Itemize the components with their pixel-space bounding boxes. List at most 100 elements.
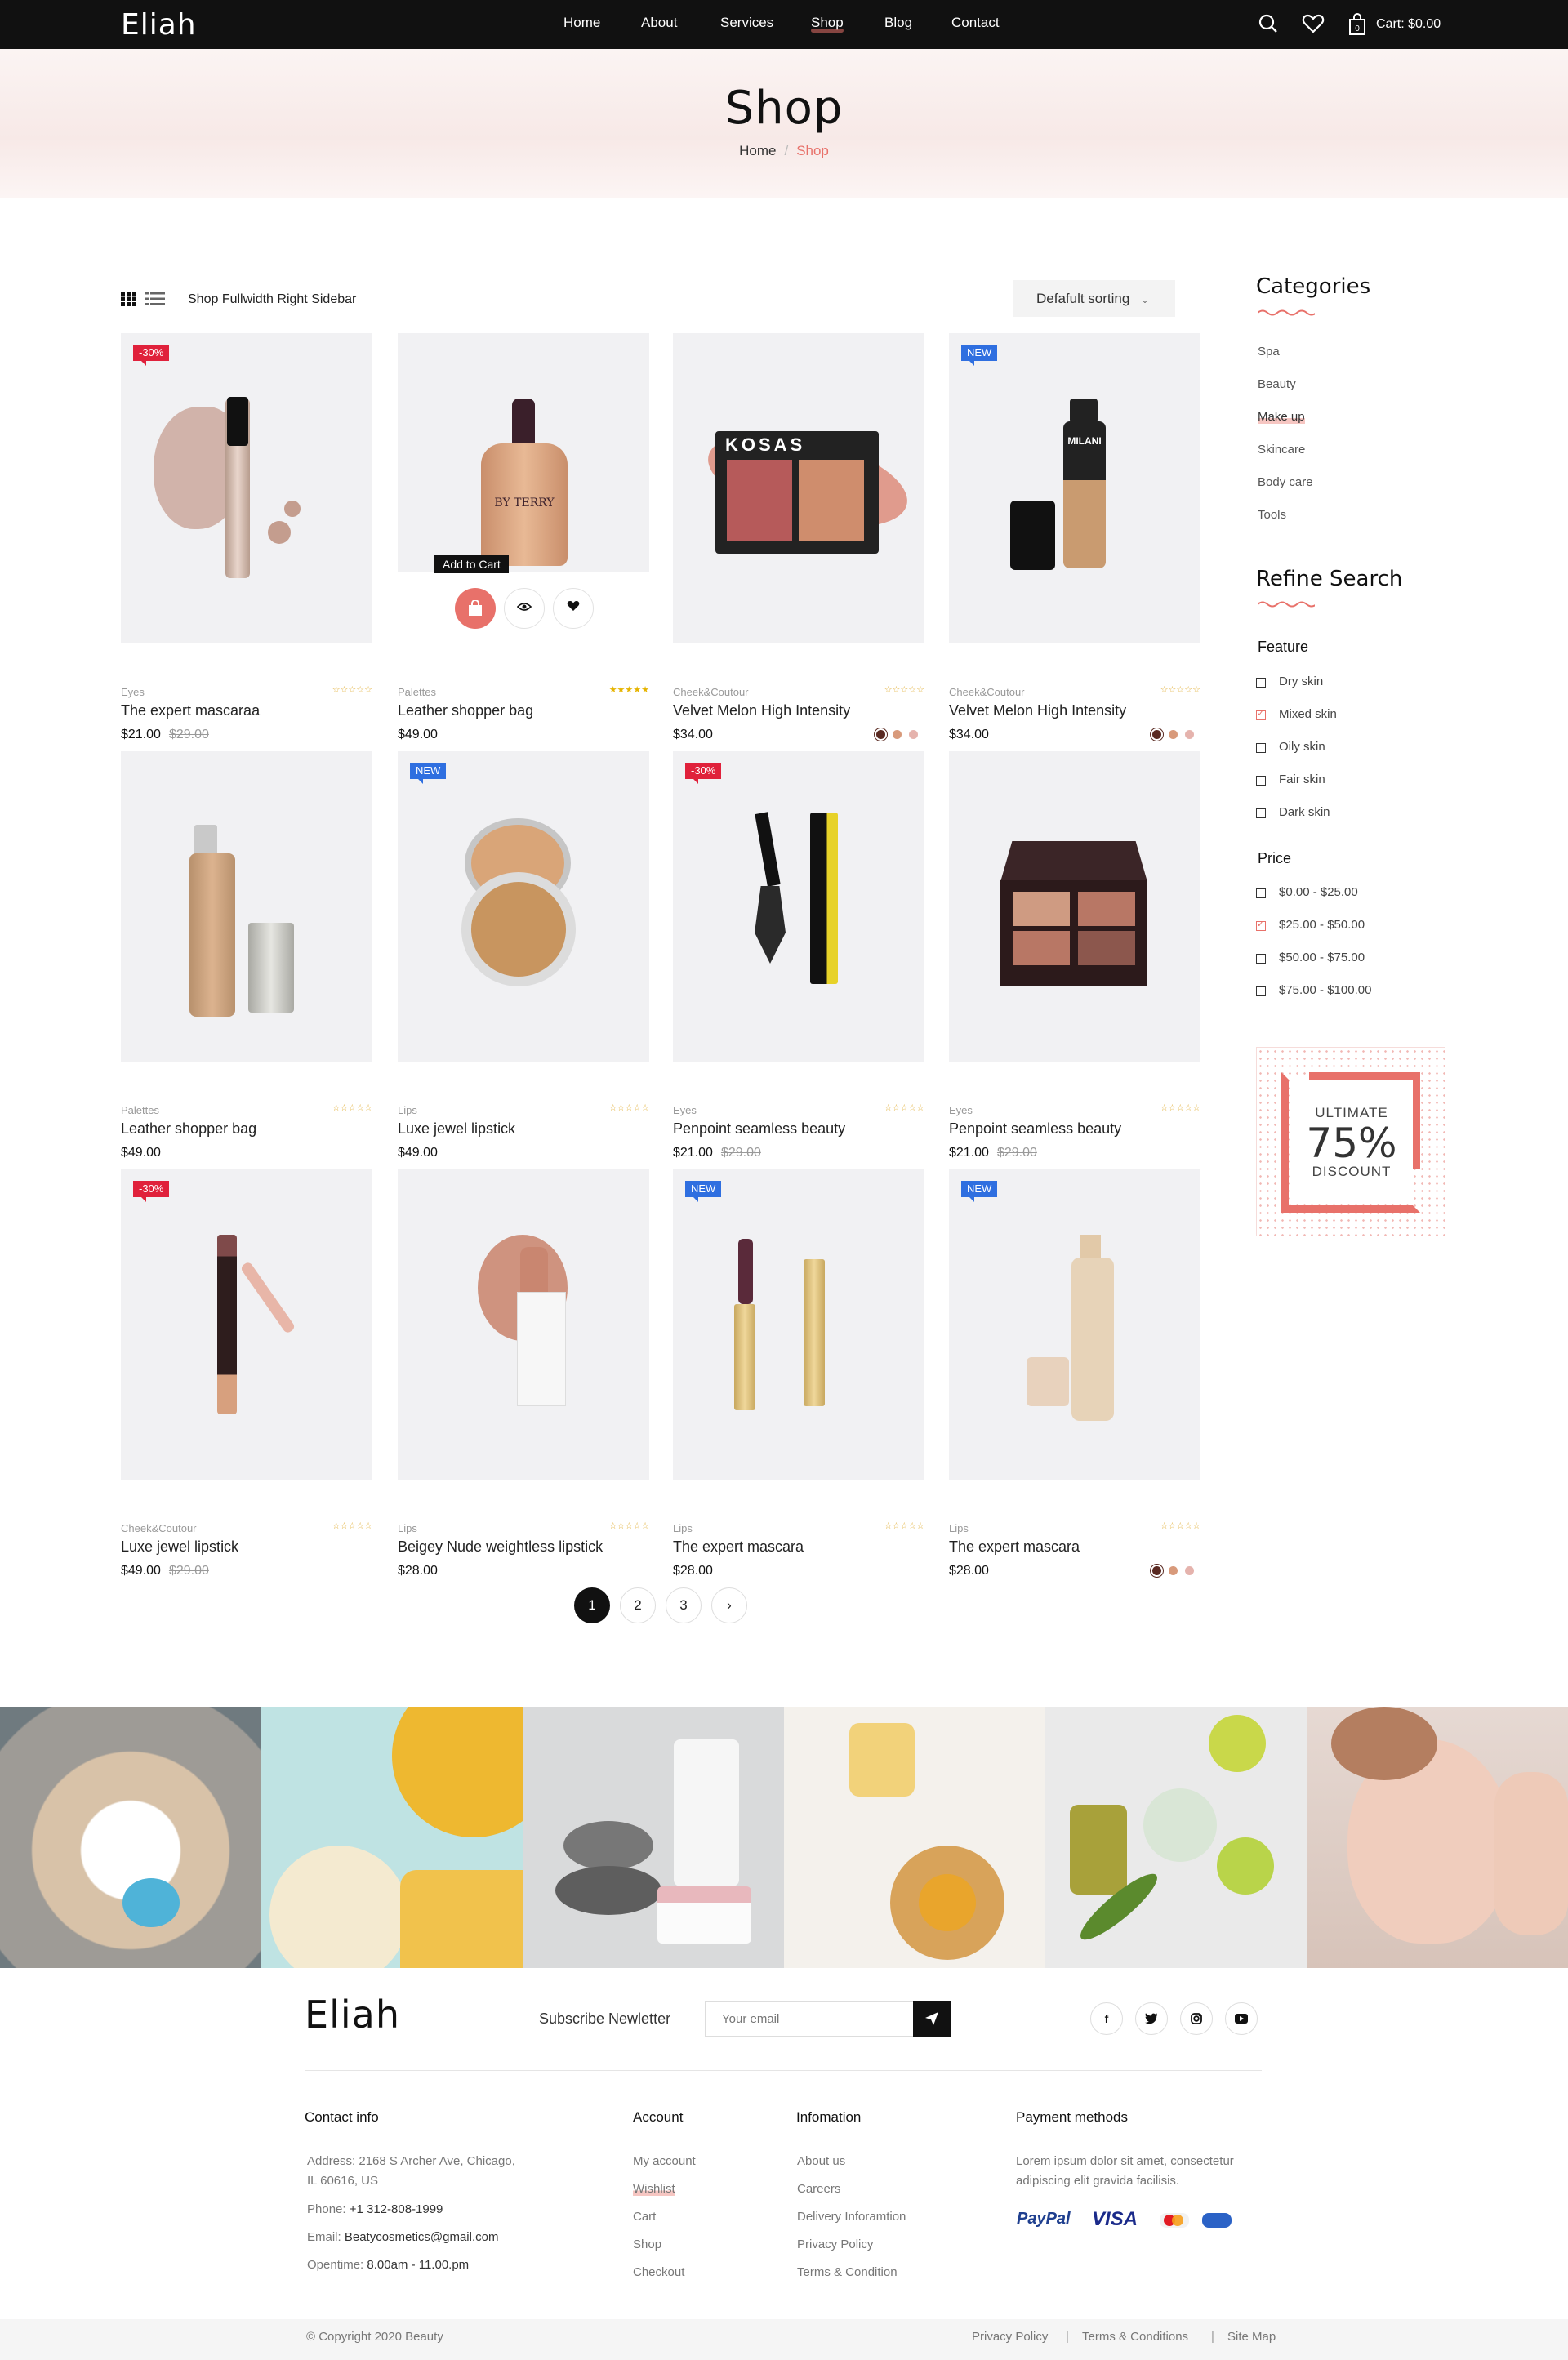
- site-logo[interactable]: Eliah: [121, 8, 197, 42]
- newsletter-email-input[interactable]: [705, 2001, 914, 2037]
- color-swatch[interactable]: [1185, 1566, 1194, 1575]
- product-name[interactable]: Leather shopper bag: [398, 702, 533, 719]
- feature-filter-label[interactable]: Dark skin: [1279, 805, 1330, 819]
- list-view-icon[interactable]: [145, 292, 165, 306]
- wishlist-button[interactable]: [553, 588, 594, 629]
- gallery-spa-bowl-image[interactable]: [0, 1707, 261, 1968]
- product-category[interactable]: Cheek&Coutour: [949, 686, 1025, 698]
- grid-view-icon[interactable]: [121, 292, 137, 306]
- category-link[interactable]: Spa: [1258, 345, 1280, 358]
- feature-filter-label[interactable]: Dry skin: [1279, 675, 1323, 688]
- information-link[interactable]: Delivery Inforamtion: [797, 2210, 906, 2224]
- product-image[interactable]: [121, 751, 372, 1062]
- color-swatch[interactable]: [1169, 1566, 1178, 1575]
- cart-total[interactable]: Cart: $0.00: [1376, 17, 1441, 32]
- price-filter-label[interactable]: $50.00 - $75.00: [1279, 951, 1365, 964]
- nav-shop[interactable]: Shop: [811, 15, 844, 33]
- gallery-honey-image[interactable]: [261, 1707, 523, 1968]
- product-name[interactable]: The expert mascaraa: [121, 702, 260, 719]
- feature-filter-label[interactable]: Fair skin: [1279, 773, 1325, 786]
- feature-filter-checkbox[interactable]: [1256, 678, 1266, 688]
- product-name[interactable]: Velvet Melon High Intensity: [673, 702, 850, 719]
- nav-about[interactable]: About: [641, 15, 677, 31]
- account-link[interactable]: Checkout: [633, 2265, 684, 2279]
- product-category[interactable]: Lips: [949, 1522, 969, 1534]
- product-category[interactable]: Eyes: [121, 686, 145, 698]
- color-swatch[interactable]: [1169, 730, 1178, 739]
- product-image[interactable]: [673, 1169, 924, 1480]
- gallery-oil-lime-image[interactable]: [1045, 1707, 1307, 1968]
- product-image[interactable]: [949, 751, 1200, 1062]
- discount-banner[interactable]: ULTIMATE 75% DISCOUNT: [1256, 1047, 1446, 1236]
- product-image[interactable]: [121, 1169, 372, 1480]
- product-category[interactable]: Cheek&Coutour: [673, 686, 749, 698]
- price-filter-checkbox[interactable]: [1256, 986, 1266, 996]
- gallery-facial-massage-image[interactable]: [1307, 1707, 1568, 1968]
- color-swatch[interactable]: [1152, 730, 1161, 739]
- footer-logo[interactable]: Eliah: [305, 1993, 400, 2037]
- product-category[interactable]: Palettes: [121, 1104, 159, 1116]
- site-map-link[interactable]: Site Map: [1227, 2330, 1276, 2344]
- category-link[interactable]: Body care: [1258, 475, 1313, 489]
- price-filter-label[interactable]: $25.00 - $50.00: [1279, 918, 1365, 932]
- product-name[interactable]: Penpoint seamless beauty: [949, 1120, 1121, 1138]
- page-1-button[interactable]: 1: [574, 1587, 610, 1623]
- product-name[interactable]: The expert mascara: [949, 1538, 1080, 1556]
- breadcrumb-home[interactable]: Home: [739, 143, 776, 158]
- category-link[interactable]: Make up: [1258, 410, 1305, 424]
- product-image[interactable]: MILANI: [949, 333, 1200, 643]
- gallery-cream-tube-image[interactable]: [523, 1707, 784, 1968]
- information-link[interactable]: Terms & Condition: [797, 2265, 898, 2279]
- nav-home[interactable]: Home: [564, 15, 600, 31]
- category-link[interactable]: Skincare: [1258, 443, 1305, 456]
- product-category[interactable]: Lips: [398, 1522, 417, 1534]
- feature-filter-label[interactable]: Oily skin: [1279, 740, 1325, 754]
- price-filter-checkbox[interactable]: [1256, 888, 1266, 898]
- account-link[interactable]: Shop: [633, 2238, 662, 2251]
- subscribe-button[interactable]: [913, 2001, 951, 2037]
- sort-dropdown[interactable]: Defafult sorting ⌄: [1013, 280, 1175, 317]
- feature-filter-label[interactable]: Mixed skin: [1279, 707, 1337, 721]
- product-image[interactable]: [121, 333, 372, 643]
- privacy-policy-link[interactable]: Privacy Policy: [972, 2330, 1048, 2344]
- color-swatch[interactable]: [1152, 1566, 1161, 1575]
- nav-services[interactable]: Services: [720, 15, 773, 31]
- gallery-soap-image[interactable]: [784, 1707, 1045, 1968]
- product-name[interactable]: The expert mascara: [673, 1538, 804, 1556]
- product-name[interactable]: Penpoint seamless beauty: [673, 1120, 845, 1138]
- product-category[interactable]: Lips: [673, 1522, 693, 1534]
- product-category[interactable]: Lips: [398, 1104, 417, 1116]
- category-link[interactable]: Beauty: [1258, 377, 1296, 391]
- page-3-button[interactable]: 3: [666, 1587, 702, 1623]
- product-image[interactable]: [398, 1169, 649, 1480]
- product-name[interactable]: Beigey Nude weightless lipstick: [398, 1538, 603, 1556]
- color-swatch[interactable]: [876, 730, 885, 739]
- product-name[interactable]: Leather shopper bag: [121, 1120, 256, 1138]
- product-category[interactable]: Eyes: [949, 1104, 973, 1116]
- product-name[interactable]: Velvet Melon High Intensity: [949, 702, 1126, 719]
- facebook-icon[interactable]: f: [1090, 2002, 1123, 2035]
- price-filter-checkbox[interactable]: [1256, 954, 1266, 964]
- account-link[interactable]: Wishlist: [633, 2182, 675, 2196]
- product-category[interactable]: Cheek&Coutour: [121, 1522, 197, 1534]
- product-image[interactable]: [673, 751, 924, 1062]
- product-image[interactable]: [949, 1169, 1200, 1480]
- category-link[interactable]: Tools: [1258, 508, 1286, 522]
- information-link[interactable]: About us: [797, 2154, 845, 2168]
- product-category[interactable]: Palettes: [398, 686, 436, 698]
- feature-filter-checkbox[interactable]: [1256, 743, 1266, 753]
- search-icon[interactable]: [1258, 13, 1279, 34]
- price-filter-label[interactable]: $0.00 - $25.00: [1279, 885, 1358, 899]
- product-image[interactable]: [398, 751, 649, 1062]
- product-image[interactable]: KOSAS: [673, 333, 924, 643]
- feature-filter-checkbox[interactable]: [1256, 776, 1266, 786]
- price-filter-label[interactable]: $75.00 - $100.00: [1279, 983, 1371, 997]
- next-page-button[interactable]: ›: [711, 1587, 747, 1623]
- shopping-bag-icon[interactable]: 0: [1348, 13, 1367, 36]
- product-category[interactable]: Eyes: [673, 1104, 697, 1116]
- product-name[interactable]: Luxe jewel lipstick: [121, 1538, 238, 1556]
- account-link[interactable]: My account: [633, 2154, 696, 2168]
- feature-filter-checkbox[interactable]: [1256, 808, 1266, 818]
- twitter-icon[interactable]: [1135, 2002, 1168, 2035]
- quick-view-button[interactable]: [504, 588, 545, 629]
